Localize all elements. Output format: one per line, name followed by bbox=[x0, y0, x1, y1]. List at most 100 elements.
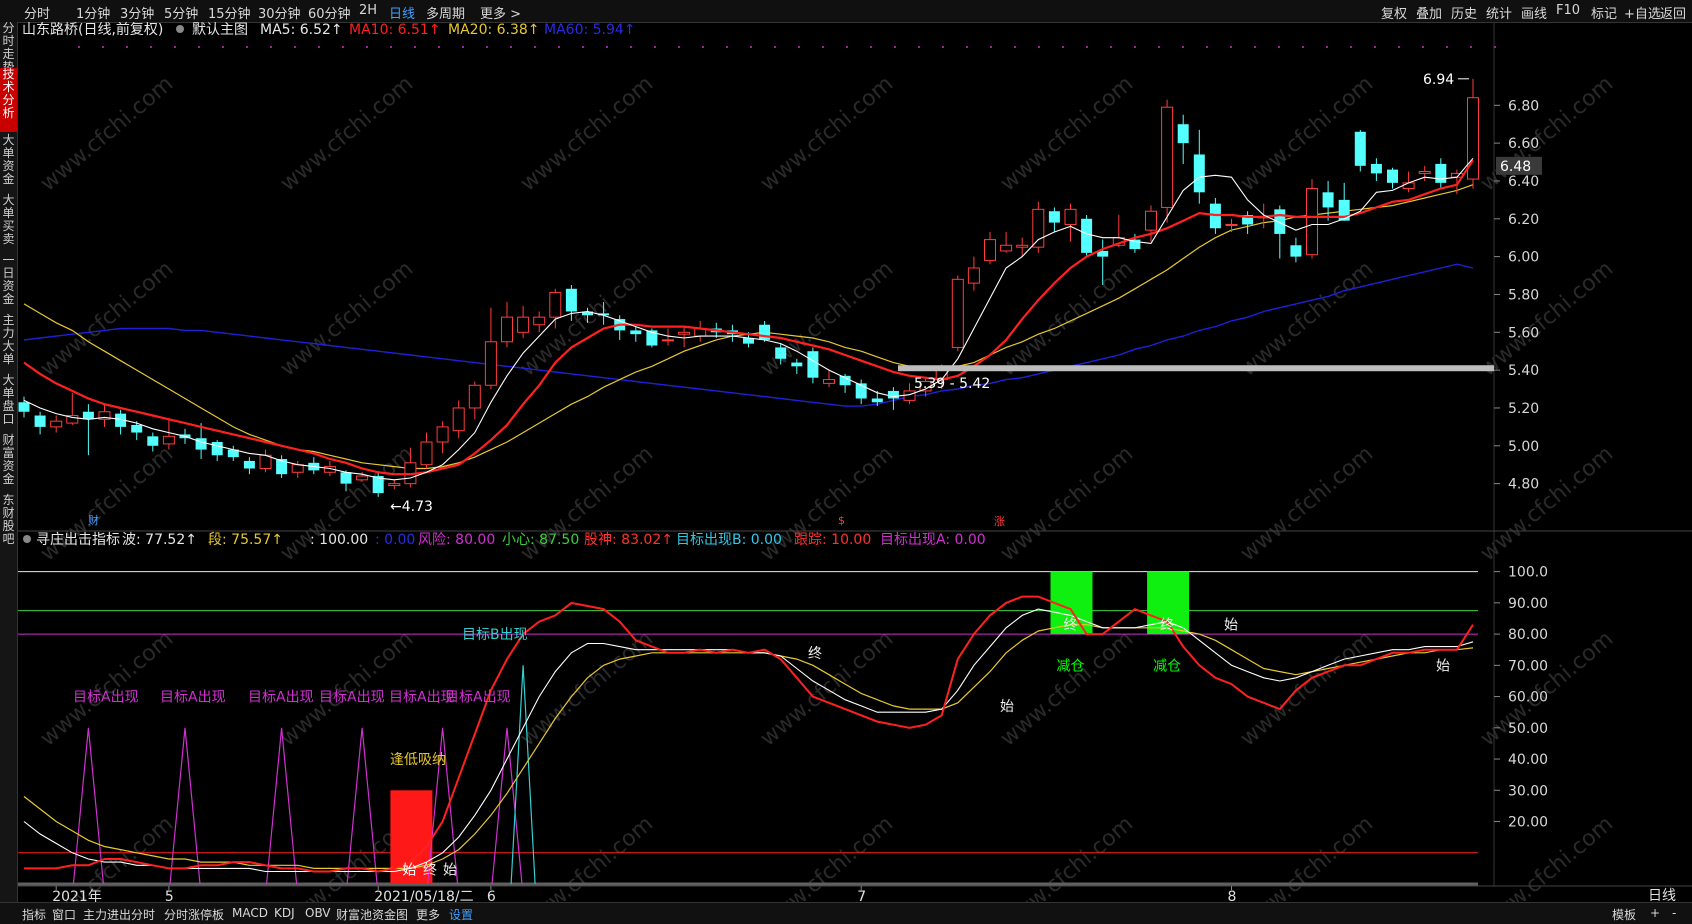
stock-title[interactable]: 山东路桥(日线,前复权) bbox=[22, 22, 163, 38]
candle-body-up bbox=[1306, 188, 1318, 256]
legend-dot bbox=[150, 46, 152, 48]
target-a-label: 目标A出现 bbox=[73, 690, 139, 706]
tab-15min[interactable]: 15分钟 bbox=[208, 3, 251, 22]
legend-dot bbox=[582, 46, 584, 48]
draw-line-button[interactable]: 画线 bbox=[1521, 3, 1547, 22]
candle-body-up bbox=[951, 278, 964, 348]
candle-body-up bbox=[484, 341, 497, 386]
zoom-out-button[interactable]: - bbox=[1672, 906, 1676, 920]
nav-big-order-book[interactable]: 大单盘口 bbox=[0, 374, 17, 432]
candle-body-down bbox=[807, 351, 819, 378]
candle-body-down bbox=[1387, 169, 1398, 183]
candle-body-up bbox=[549, 292, 562, 318]
watermark-text: www.cfchi.com bbox=[1236, 256, 1378, 381]
candle-body-down bbox=[1322, 192, 1334, 208]
tab-60min[interactable]: 60分钟 bbox=[308, 3, 351, 22]
watermark-text: www.cfchi.com bbox=[1476, 441, 1618, 566]
ma5-polyline bbox=[23, 157, 1474, 481]
legend-dot bbox=[654, 46, 656, 48]
ind-tick-label: 20.00 bbox=[1508, 815, 1548, 831]
tab-kdj[interactable]: KDJ bbox=[274, 906, 295, 920]
legend-dot bbox=[1182, 46, 1184, 48]
tab-more[interactable]: 更多 bbox=[416, 906, 440, 923]
legend-dot bbox=[366, 46, 368, 48]
tab-5min[interactable]: 5分钟 bbox=[164, 3, 198, 22]
nav-wealth-funds[interactable]: 财富资金 bbox=[0, 434, 17, 492]
tab-2h[interactable]: 2H bbox=[359, 3, 377, 18]
genzong-value: 跟踪: 10.00 bbox=[794, 532, 871, 548]
tab-daily[interactable]: 日线 bbox=[389, 3, 415, 22]
legend-dot bbox=[1230, 46, 1232, 48]
back-button[interactable]: 返回 bbox=[1660, 3, 1686, 22]
legend-dot bbox=[966, 46, 968, 48]
candle-body-down bbox=[1290, 245, 1302, 257]
indicator-name[interactable]: 寻庄出击指标 bbox=[36, 531, 120, 548]
tab-limit-up[interactable]: 分时涨停板 bbox=[164, 906, 224, 923]
history-button[interactable]: 历史 bbox=[1451, 3, 1477, 22]
watermark-text: www.cfchi.com bbox=[996, 71, 1138, 196]
nav-guba[interactable]: 东财股吧 bbox=[0, 494, 17, 552]
tab-more[interactable]: 更多 > bbox=[480, 3, 521, 22]
nav-big-order-funds[interactable]: 大单资金 bbox=[0, 134, 17, 192]
candle-body-up bbox=[291, 464, 304, 473]
nav-main-big-order[interactable]: 主力大单 bbox=[0, 314, 17, 372]
watermark-text: www.cfchi.com bbox=[516, 811, 658, 902]
legend-dot bbox=[318, 46, 320, 48]
period-indicator: 日线 bbox=[1648, 888, 1676, 902]
zoom-in-button[interactable]: + bbox=[1650, 906, 1660, 920]
target-a-label: 目标A出现 bbox=[445, 690, 511, 706]
candle-body-up bbox=[356, 475, 369, 481]
legend-dot bbox=[1206, 46, 1208, 48]
add-watchlist-button[interactable]: +自选 bbox=[1624, 3, 1661, 22]
candle-body-up bbox=[501, 316, 513, 343]
ma60-value: MA60: 5.94↑ bbox=[544, 22, 636, 38]
template-name[interactable]: 默认主图 bbox=[192, 22, 248, 38]
tab-main-flow[interactable]: 主力进出分时 bbox=[83, 906, 155, 923]
watermark-text: www.cfchi.com bbox=[516, 71, 658, 196]
legend-dot bbox=[462, 46, 464, 48]
tab-obv[interactable]: OBV bbox=[305, 906, 331, 920]
zero-value: : 0.00 bbox=[375, 532, 415, 548]
f10-button[interactable]: F10 bbox=[1556, 3, 1580, 18]
legend-dot bbox=[342, 46, 344, 48]
tab-1min[interactable]: 1分钟 bbox=[76, 3, 110, 22]
mark-button[interactable]: 标记 bbox=[1591, 3, 1617, 22]
legend-dot bbox=[294, 46, 296, 48]
candle-body-up bbox=[452, 407, 465, 432]
legend-dot bbox=[174, 46, 176, 48]
tab-30min[interactable]: 30分钟 bbox=[258, 3, 301, 22]
indicator-axis: 100.0 90.00 80.00 70.00 60.00 50.00 40.00 30.00… bbox=[1494, 565, 1548, 831]
nav-intraday-trend[interactable]: 分时走势 bbox=[0, 22, 17, 74]
legend-dots bbox=[78, 46, 1496, 48]
price-tick-label: 5.60 bbox=[1508, 325, 1539, 341]
tab-macd[interactable]: MACD bbox=[232, 906, 268, 920]
tab-3min[interactable]: 3分钟 bbox=[120, 3, 154, 22]
tab-indicator[interactable]: 指标 bbox=[22, 906, 46, 923]
tab-multi-period[interactable]: 多周期 bbox=[426, 3, 465, 22]
tab-wealth-pool[interactable]: 财富池资金图 bbox=[336, 906, 408, 923]
candle-body-down bbox=[243, 460, 255, 469]
nav-technical-analysis[interactable]: 技术分析 bbox=[0, 68, 17, 132]
ma5-line bbox=[23, 157, 1474, 481]
template-button[interactable]: 模板 bbox=[1612, 906, 1636, 923]
tab-intraday[interactable]: 分时 bbox=[24, 3, 50, 22]
statistics-button[interactable]: 统计 bbox=[1486, 3, 1512, 22]
tab-window[interactable]: 窗口 bbox=[52, 906, 76, 923]
candle-body-up bbox=[662, 339, 674, 342]
tab-settings[interactable]: 设置 bbox=[449, 906, 473, 923]
template-dot-icon[interactable] bbox=[176, 25, 184, 33]
nav-day-funds[interactable]: 一日资金 bbox=[0, 254, 17, 312]
watermark-text: www.cfchi.com bbox=[516, 626, 658, 751]
candle-body-up bbox=[50, 420, 63, 428]
zhang-marker: 涨 bbox=[994, 515, 1005, 528]
date-label: 2021年 bbox=[52, 889, 102, 902]
indicator-dot-icon[interactable] bbox=[23, 535, 31, 543]
legend-dot bbox=[1398, 46, 1400, 48]
nav-big-order-trade[interactable]: 大单买卖 bbox=[0, 194, 17, 252]
fuquan-button[interactable]: 复权 bbox=[1381, 3, 1407, 22]
end-label: 终 bbox=[1160, 618, 1174, 634]
watermark-text: www.cfchi.com bbox=[996, 441, 1138, 566]
overlay-button[interactable]: 叠加 bbox=[1416, 3, 1442, 22]
legend-dot bbox=[1254, 46, 1256, 48]
candlestick-series bbox=[18, 78, 1479, 497]
